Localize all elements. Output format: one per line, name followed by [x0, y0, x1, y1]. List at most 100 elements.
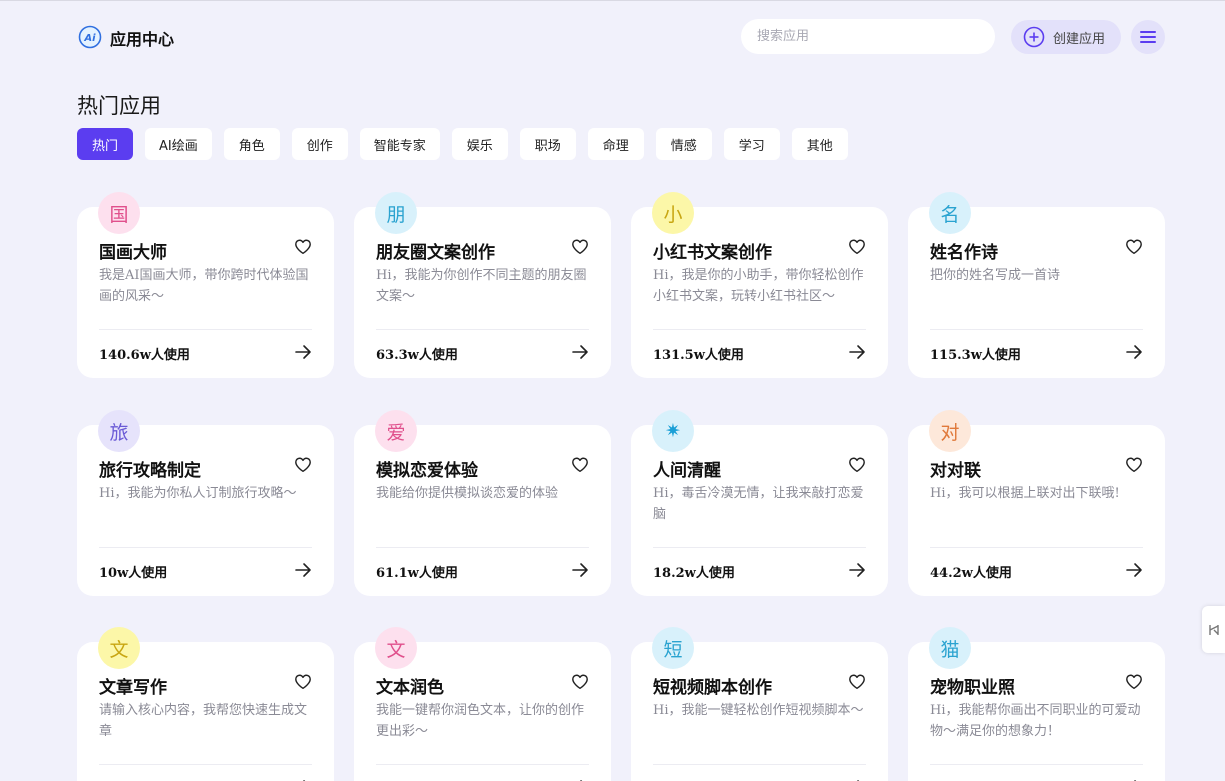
side-panel-toggle[interactable]	[1202, 606, 1225, 653]
heart-icon[interactable]	[294, 673, 312, 691]
usage-count: 63.3w人使用	[376, 348, 458, 363]
tab-4[interactable]: 智能专家	[359, 128, 440, 160]
app-card[interactable]: 国国画大师 我是AI国画大师，带你跨时代体验国画的风采～ 140.6w人使用	[77, 192, 334, 378]
app-card[interactable]: 对对对联 Hi，我可以根据上联对出下联哦! 44.2w人使用	[908, 410, 1165, 596]
heart-icon[interactable]	[571, 456, 589, 474]
app-description: Hi，毒舌冷漠无情，让我来敲打恋爱脑	[653, 486, 864, 522]
card-divider	[376, 547, 589, 548]
heart-icon[interactable]	[571, 673, 589, 691]
menu-button[interactable]	[1131, 20, 1165, 54]
app-title: 模拟恋爱体验	[376, 461, 478, 481]
card-divider	[99, 329, 312, 330]
ai-logo-icon[interactable]: Ai	[78, 25, 102, 49]
tab-6[interactable]: 职场	[519, 128, 576, 160]
app-icon: 文	[375, 627, 417, 669]
tab-5[interactable]: 娱乐	[451, 128, 508, 160]
card-divider	[930, 329, 1143, 330]
app-title: 旅行攻略制定	[99, 461, 201, 481]
app-description: 我能给你提供模拟谈恋爱的体验	[376, 486, 559, 501]
heart-icon[interactable]	[1125, 456, 1143, 474]
heart-icon[interactable]	[571, 238, 589, 256]
app-description: Hi，我是你的小助手，带你轻松创作小红书文案，玩转小红书社区～	[653, 268, 864, 304]
card-divider	[99, 547, 312, 548]
card-divider	[653, 764, 866, 765]
app-icon: 旅	[98, 410, 140, 452]
tab-2[interactable]: 角色	[223, 128, 280, 160]
heart-icon[interactable]	[294, 238, 312, 256]
app-title: 人间清醒	[653, 461, 721, 481]
app-icon: 国	[98, 192, 140, 234]
arrow-right-icon[interactable]	[294, 344, 312, 360]
app-description: 我能一键帮你润色文本，让你的创作更出彩～	[376, 703, 585, 739]
tab-1[interactable]: AI绘画	[145, 128, 212, 160]
heart-icon[interactable]	[1125, 673, 1143, 691]
section-title: 热门应用	[77, 94, 161, 118]
heart-icon[interactable]	[848, 673, 866, 691]
card-divider	[376, 764, 589, 765]
side-panel-icon	[1208, 624, 1219, 635]
tab-9[interactable]: 学习	[723, 128, 780, 160]
app-description: Hi，我能一键轻松创作短视频脚本～	[653, 703, 864, 718]
app-card[interactable]: ✷ 人间清醒 Hi，毒舌冷漠无情，让我来敲打恋爱脑 18.2w人使用	[631, 410, 888, 596]
hamburger-menu-icon	[1140, 31, 1156, 43]
app-card[interactable]: 文文章写作 请输入核心内容，我帮您快速生成文章	[77, 627, 334, 781]
app-icon: 猫	[929, 627, 971, 669]
arrow-right-icon[interactable]	[571, 344, 589, 360]
app-card[interactable]: 名姓名作诗 把你的姓名写成一首诗 115.3w人使用	[908, 192, 1165, 378]
arrow-right-icon[interactable]	[848, 344, 866, 360]
heart-icon[interactable]	[1125, 238, 1143, 256]
heart-icon[interactable]	[848, 238, 866, 256]
app-icon: ✷	[652, 410, 694, 452]
app-title: 文本润色	[376, 678, 444, 698]
app-card[interactable]: 爱模拟恋爱体验我能给你提供模拟谈恋爱的体验 61.1w人使用	[354, 410, 611, 596]
arrow-right-icon[interactable]	[1125, 344, 1143, 360]
app-title: 小红书文案创作	[653, 243, 772, 263]
usage-count: 10w人使用	[99, 566, 168, 581]
heart-icon[interactable]	[848, 456, 866, 474]
tab-0[interactable]: 热门	[77, 128, 133, 160]
heart-icon[interactable]	[294, 456, 312, 474]
app-card[interactable]: 短短视频脚本创作 Hi，我能一键轻松创作短视频脚本～	[631, 627, 888, 781]
app-description: 请输入核心内容，我帮您快速生成文章	[99, 703, 308, 739]
header: Ai 应用中心 创建应用	[0, 1, 1225, 73]
app-description: Hi，我能为你创作不同主题的朋友圈文案～	[376, 268, 587, 304]
app-title: 短视频脚本创作	[653, 678, 772, 698]
app-card[interactable]: 小小红书文案创作 Hi，我是你的小助手，带你轻松创作小红书文案，玩转小红书社区～ 1…	[631, 192, 888, 378]
app-title: 对对联	[930, 461, 981, 481]
create-app-label: 创建应用	[1053, 31, 1106, 47]
tab-3[interactable]: 创作	[291, 128, 348, 160]
card-divider	[653, 547, 866, 548]
create-app-button[interactable]: 创建应用	[1011, 20, 1121, 54]
app-card[interactable]: 朋朋友圈文案创作 Hi，我能为你创作不同主题的朋友圈文案～ 63.3w人使用	[354, 192, 611, 378]
app-title: 朋友圈文案创作	[376, 243, 495, 263]
app-icon: 爱	[375, 410, 417, 452]
arrow-right-icon[interactable]	[294, 562, 312, 578]
app-description: Hi，我能帮你画出不同职业的可爱动物～满足你的想象力！	[930, 703, 1141, 739]
app-description: Hi，我能为你私人订制旅行攻略～	[99, 486, 297, 501]
tab-10[interactable]: 其他	[791, 128, 848, 160]
app-description: 我是AI国画大师，带你跨时代体验国画的风采～	[99, 268, 309, 304]
category-tabs: 热门 AI绘画 角色 创作 智能专家 娱乐 职场 命理 情感 学习 其他	[77, 128, 848, 160]
tab-7[interactable]: 命理	[587, 128, 644, 160]
app-card[interactable]: 旅旅行攻略制定 Hi，我能为你私人订制旅行攻略～ 10w人使用	[77, 410, 334, 596]
usage-count: 115.3w人使用	[930, 348, 1021, 363]
app-icon: 小	[652, 192, 694, 234]
app-icon: 名	[929, 192, 971, 234]
app-description: 把你的姓名写成一首诗	[930, 268, 1061, 283]
app-card[interactable]: 文文本润色我能一键帮你润色文本，让你的创作更出彩～	[354, 627, 611, 781]
tab-8[interactable]: 情感	[655, 128, 712, 160]
app-card[interactable]: 猫宠物职业照 Hi，我能帮你画出不同职业的可爱动物～满足你的想象力！	[908, 627, 1165, 781]
app-title: 宠物职业照	[930, 678, 1015, 698]
arrow-right-icon[interactable]	[1125, 562, 1143, 578]
arrow-right-icon[interactable]	[571, 562, 589, 578]
usage-count: 18.2w人使用	[653, 566, 735, 581]
arrow-right-icon[interactable]	[848, 562, 866, 578]
app-title: 国画大师	[99, 243, 167, 263]
app-icon: 短	[652, 627, 694, 669]
card-divider	[99, 764, 312, 765]
svg-text:Ai: Ai	[83, 33, 96, 44]
app-title: 文章写作	[99, 678, 167, 698]
search-input[interactable]	[741, 19, 995, 54]
card-divider	[653, 329, 866, 330]
usage-count: 61.1w人使用	[376, 566, 458, 581]
